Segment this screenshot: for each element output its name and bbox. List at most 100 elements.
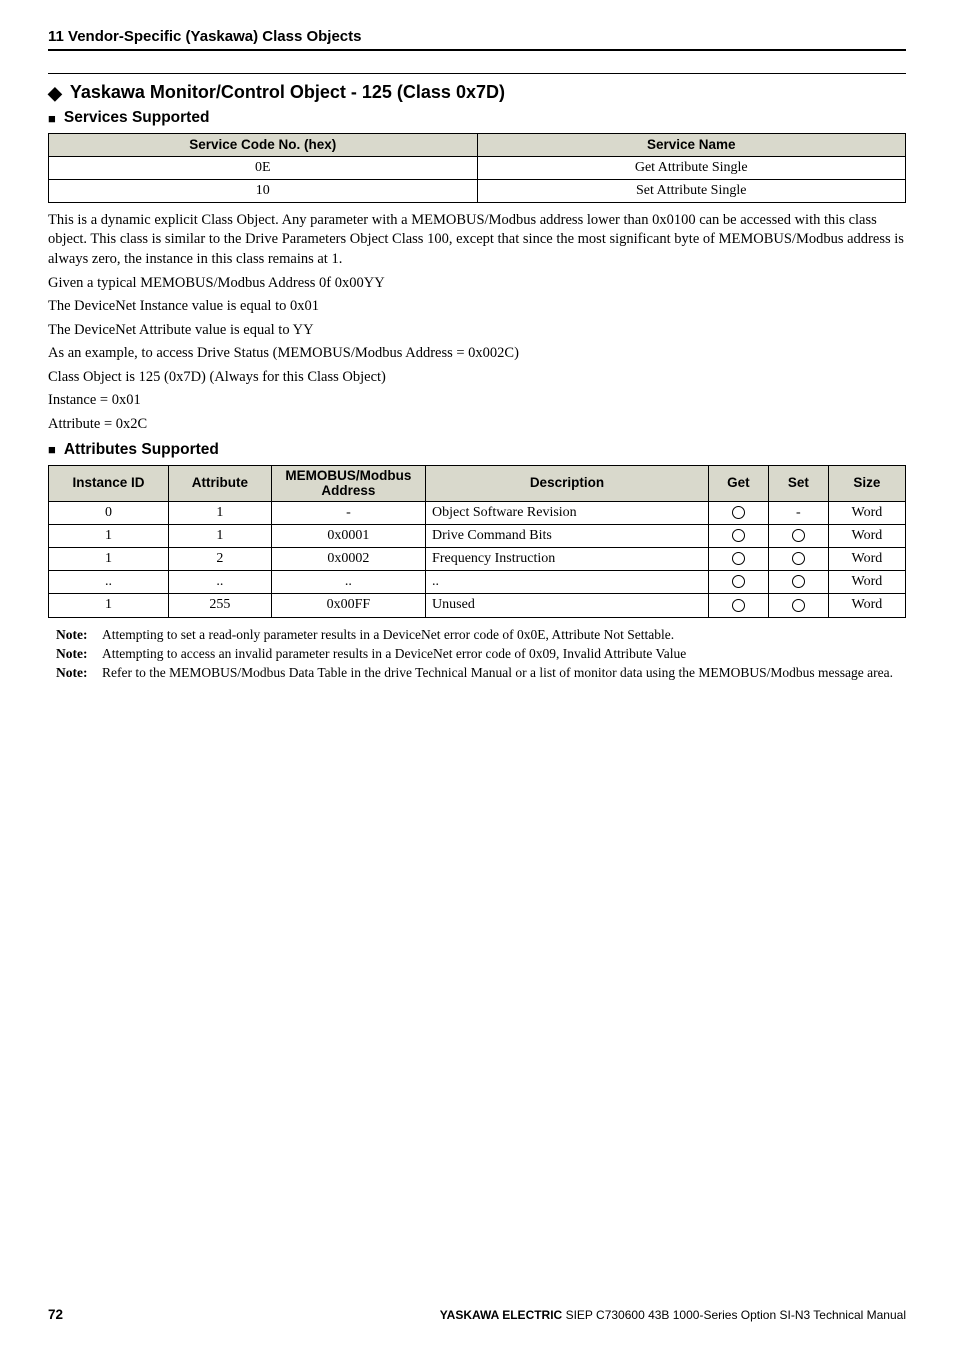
square-icon: ■ [48,443,56,456]
th: MEMOBUS/Modbus Address [271,465,425,501]
td: 1 [49,594,169,617]
table-header-row: Service Code No. (hex) Service Name [49,134,906,157]
td: 0x00FF [271,594,425,617]
td: Drive Command Bits [426,524,709,547]
section-title: Yaskawa Monitor/Control Object - 125 (Cl… [70,82,505,103]
td [768,547,828,570]
table-row: 0 1 - Object Software Revision - Word [49,501,906,524]
th: Instance ID [49,465,169,501]
td [768,571,828,594]
circle-icon [792,599,805,612]
td: Unused [426,594,709,617]
td [708,501,768,524]
table-row: 0E Get Attribute Single [49,156,906,179]
td: Word [828,571,905,594]
td: .. [426,571,709,594]
body-paragraph: As an example, to access Drive Status (M… [48,344,906,364]
services-table: Service Code No. (hex) Service Name 0E G… [48,133,906,203]
services-heading: Services Supported [64,109,210,127]
th-service-name: Service Name [477,134,906,157]
td: 1 [49,547,169,570]
section-rule: ◆ Yaskawa Monitor/Control Object - 125 (… [48,73,906,103]
td: 1 [168,501,271,524]
services-heading-row: ■ Services Supported [48,109,906,127]
note-row: Note: Refer to the MEMOBUS/Modbus Data T… [56,664,906,682]
page-number: 72 [48,1307,63,1322]
notes-block: Note: Attempting to set a read-only para… [56,626,906,683]
circle-icon [732,529,745,542]
td: 0x0001 [271,524,425,547]
footer-doc: SIEP C730600 43B 1000-Series Option SI-N… [562,1308,906,1322]
note-text: Attempting to set a read-only parameter … [102,626,906,644]
td [768,594,828,617]
circle-icon [732,506,745,519]
th-service-code: Service Code No. (hex) [49,134,478,157]
td: Word [828,594,905,617]
running-header: 11 Vendor-Specific (Yaskawa) Class Objec… [48,28,906,51]
attributes-table: Instance ID Attribute MEMOBUS/Modbus Add… [48,465,906,618]
diamond-icon: ◆ [48,84,62,102]
td: 255 [168,594,271,617]
attributes-heading-row: ■ Attributes Supported [48,441,906,459]
td: Word [828,524,905,547]
td [708,547,768,570]
td: .. [168,571,271,594]
page-footer: 72 YASKAWA ELECTRIC SIEP C730600 43B 100… [48,1307,906,1322]
th: Description [426,465,709,501]
table-row: 1 2 0x0002 Frequency Instruction Word [49,547,906,570]
td: 0 [49,501,169,524]
td-name: Set Attribute Single [477,179,906,202]
note-label: Note: [56,626,102,644]
circle-icon [792,529,805,542]
table-row: .. .. .. .. Word [49,571,906,594]
note-label: Note: [56,645,102,663]
td: Object Software Revision [426,501,709,524]
body-paragraph: Class Object is 125 (0x7D) (Always for t… [48,368,906,388]
body-paragraph: Given a typical MEMOBUS/Modbus Address 0… [48,274,906,294]
circle-icon [792,575,805,588]
td [708,594,768,617]
footer-text: YASKAWA ELECTRIC SIEP C730600 43B 1000-S… [440,1308,906,1322]
table-row: 10 Set Attribute Single [49,179,906,202]
circle-icon [792,552,805,565]
td: Word [828,501,905,524]
td: Word [828,547,905,570]
body-paragraph: This is a dynamic explicit Class Object.… [48,211,906,270]
th: Set [768,465,828,501]
td: 1 [49,524,169,547]
td: - [271,501,425,524]
th: Get [708,465,768,501]
td: - [768,501,828,524]
body-paragraph: Attribute = 0x2C [48,415,906,435]
td: Frequency Instruction [426,547,709,570]
td: .. [49,571,169,594]
section-title-row: ◆ Yaskawa Monitor/Control Object - 125 (… [48,82,906,103]
note-label: Note: [56,664,102,682]
attributes-heading: Attributes Supported [64,441,219,459]
table-row: 1 1 0x0001 Drive Command Bits Word [49,524,906,547]
td [768,524,828,547]
td-code: 10 [49,179,478,202]
td: 0x0002 [271,547,425,570]
note-text: Attempting to access an invalid paramete… [102,645,906,663]
th: Size [828,465,905,501]
th: Attribute [168,465,271,501]
td [708,524,768,547]
note-text: Refer to the MEMOBUS/Modbus Data Table i… [102,664,906,682]
td-name: Get Attribute Single [477,156,906,179]
td [708,571,768,594]
footer-company: YASKAWA ELECTRIC [440,1308,562,1322]
td: 2 [168,547,271,570]
table-header-row: Instance ID Attribute MEMOBUS/Modbus Add… [49,465,906,501]
td: .. [271,571,425,594]
note-row: Note: Attempting to access an invalid pa… [56,645,906,663]
td: 1 [168,524,271,547]
circle-icon [732,599,745,612]
circle-icon [732,575,745,588]
body-paragraph: The DeviceNet Instance value is equal to… [48,297,906,317]
note-row: Note: Attempting to set a read-only para… [56,626,906,644]
body-paragraph: Instance = 0x01 [48,391,906,411]
td-code: 0E [49,156,478,179]
circle-icon [732,552,745,565]
square-icon: ■ [48,112,56,125]
